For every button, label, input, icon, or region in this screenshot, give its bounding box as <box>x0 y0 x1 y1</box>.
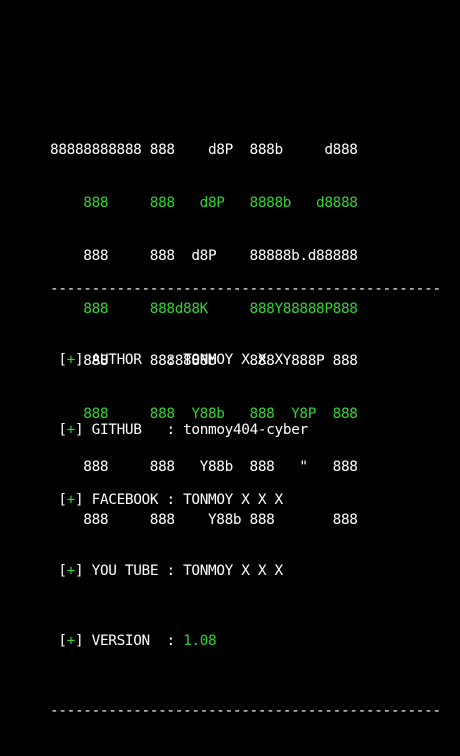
bracket-close: ] <box>74 421 84 438</box>
separator: : <box>158 421 184 438</box>
bracket-open: [ <box>58 492 67 509</box>
facebook-label: FACEBOOK <box>91 492 159 509</box>
bracket-open: [ <box>58 351 67 368</box>
divider-top: ----------------------------------------… <box>50 281 441 298</box>
author-label: AUTHOR <box>91 351 159 368</box>
version-value: 1.08 <box>183 633 217 650</box>
bracket-close: ] <box>74 562 84 579</box>
plus-icon: + <box>66 492 76 509</box>
separator: : <box>158 633 184 650</box>
bracket-open: [ <box>58 633 67 650</box>
info-row-version: [+] VERSION : 1.08 <box>50 633 441 651</box>
info-row-facebook: [+] FACEBOOK : TONMOY X X X <box>50 492 441 510</box>
bracket-open: [ <box>58 421 67 438</box>
separator: : <box>158 492 184 509</box>
plus-icon: + <box>66 421 76 438</box>
info-row-github: [+] GITHUB : tonmoy404-cyber <box>50 422 441 440</box>
bracket-close: ] <box>74 633 84 650</box>
banner-line-1: 88888888888 888 d8P 888b d888 <box>50 142 358 159</box>
facebook-value: TONMOY X X X <box>183 492 283 509</box>
separator: : <box>158 562 184 579</box>
banner-line-2: 888 888 d8P 8888b d8888 <box>50 194 358 211</box>
youtube-label: YOU TUBE <box>91 562 159 579</box>
terminal-window[interactable]: 88888888888 888 d8P 888b d888 888 888 d8… <box>0 0 460 719</box>
separator: : <box>158 351 184 368</box>
divider-bottom: ----------------------------------------… <box>50 703 441 720</box>
bracket-open: [ <box>58 562 67 579</box>
info-row-author: [+] AUTHOR : TONMOY X X X <box>50 352 441 370</box>
bracket-close: ] <box>74 492 84 509</box>
github-label: GITHUB <box>91 421 159 438</box>
info-panel: ----------------------------------------… <box>50 246 441 756</box>
plus-icon: + <box>66 633 76 650</box>
plus-icon: + <box>66 562 76 579</box>
bracket-close: ] <box>74 351 84 368</box>
youtube-value: TONMOY X X X <box>183 562 283 579</box>
version-label: VERSION <box>91 633 159 650</box>
author-value: TONMOY X X X <box>183 351 283 368</box>
github-value: tonmoy404-cyber <box>183 421 308 438</box>
plus-icon: + <box>66 351 76 368</box>
info-row-youtube: [+] YOU TUBE : TONMOY X X X <box>50 563 441 581</box>
